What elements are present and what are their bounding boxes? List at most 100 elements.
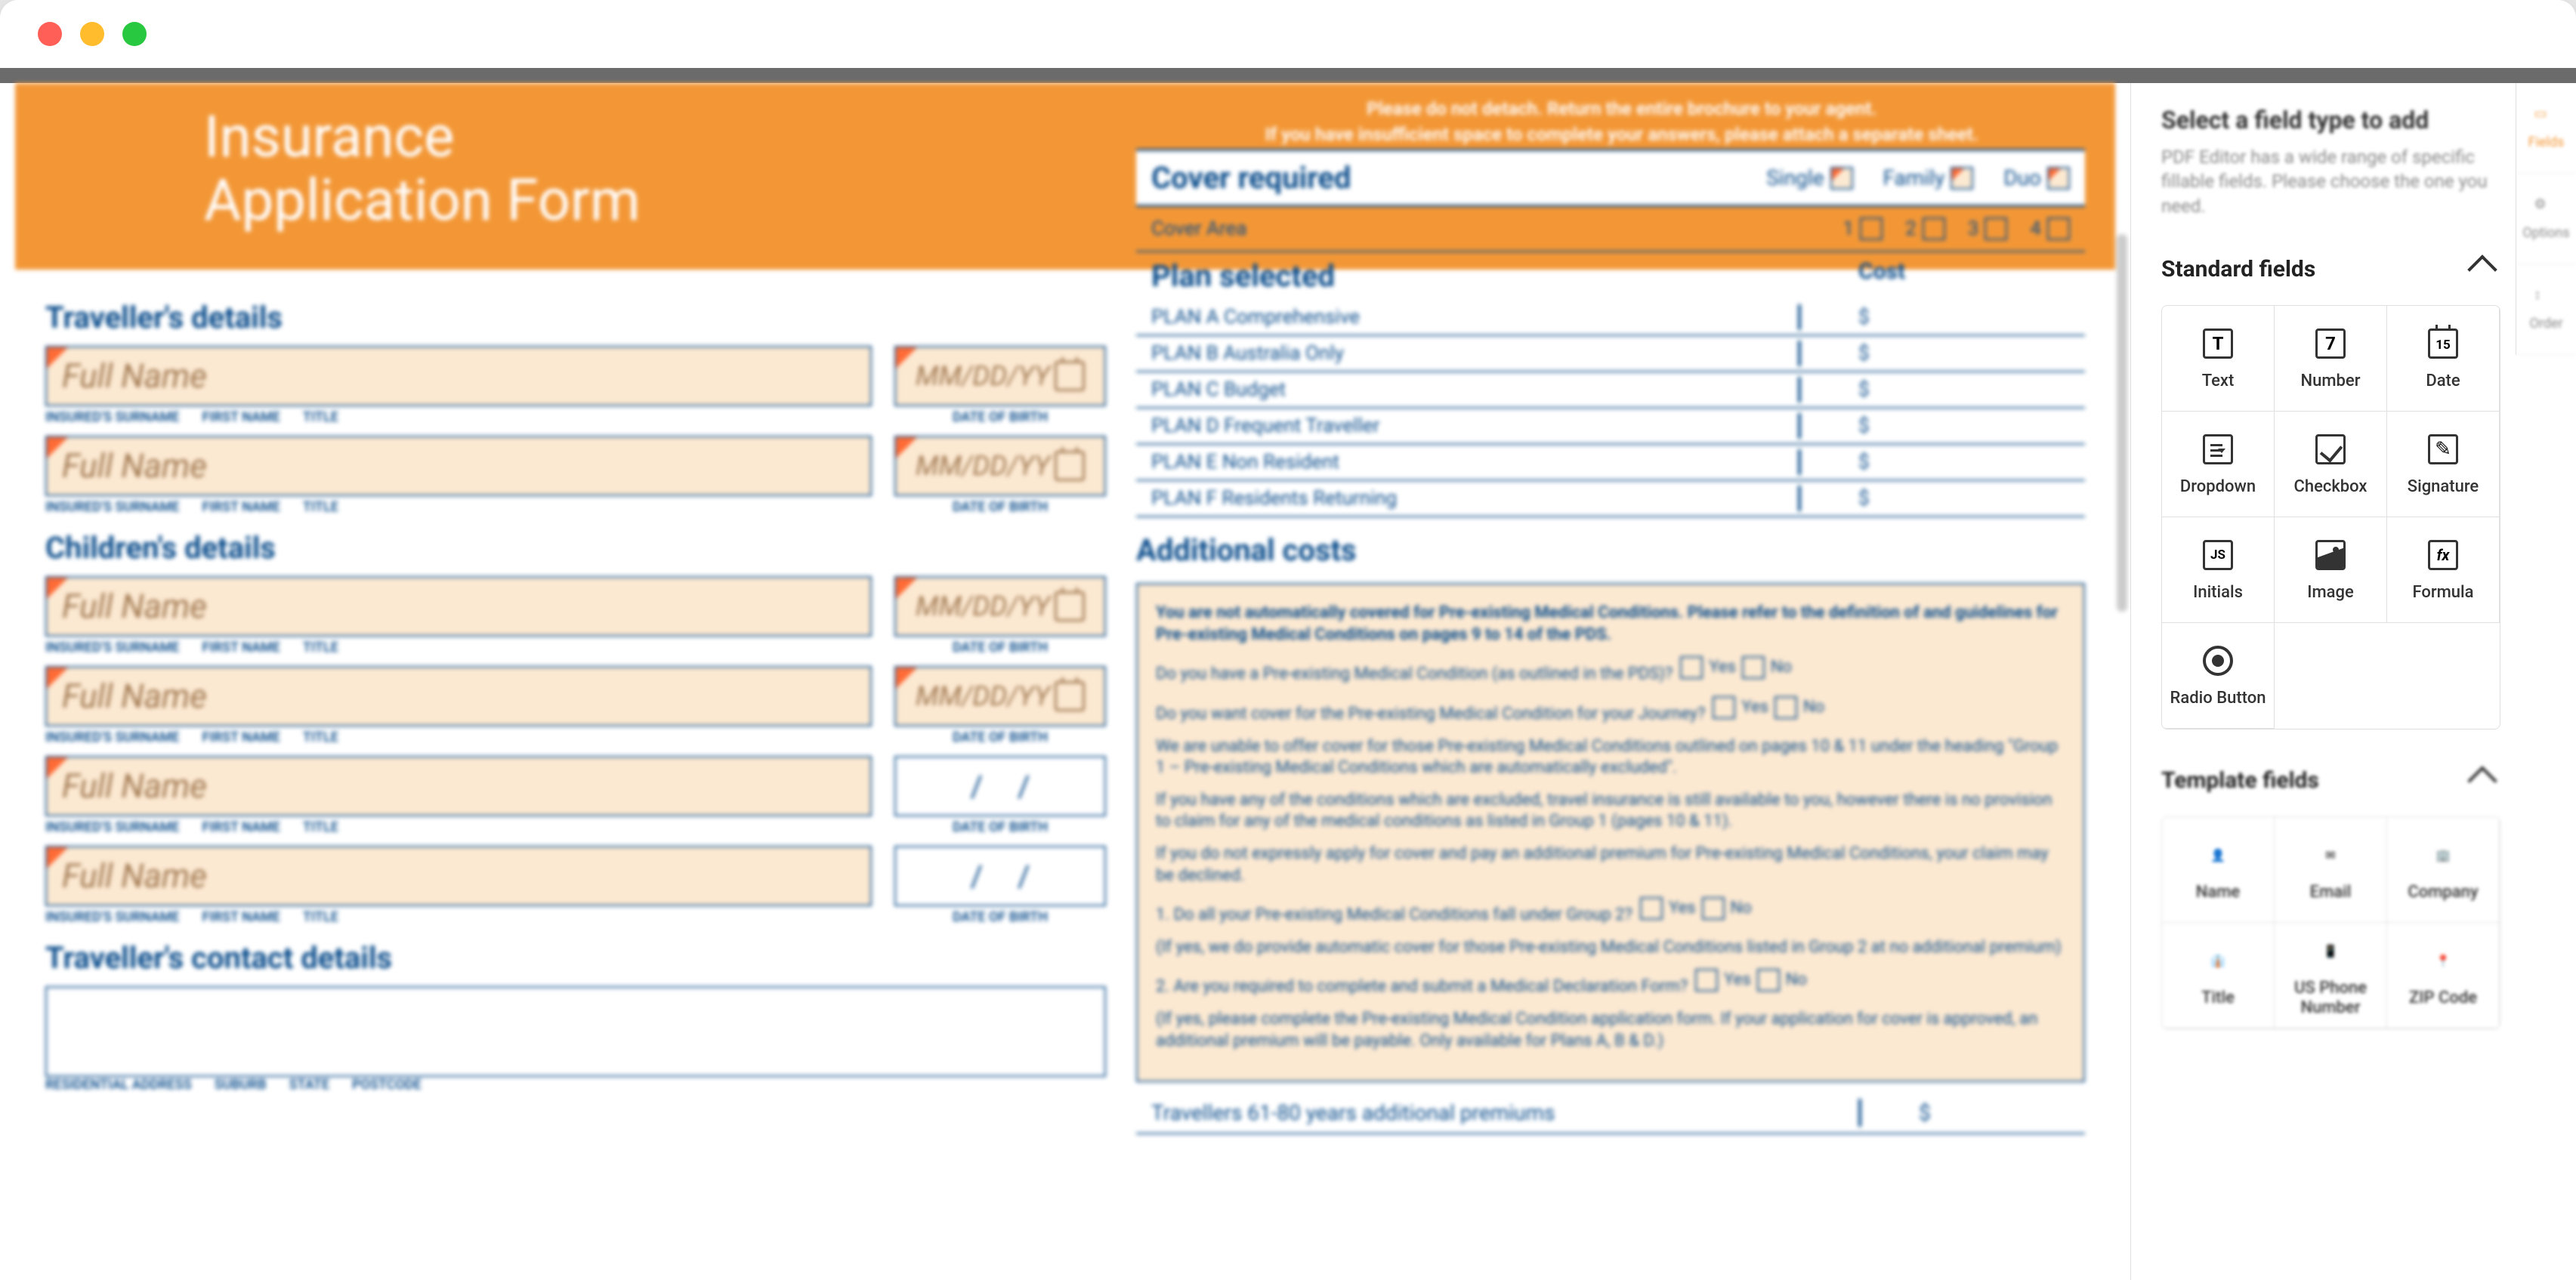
formula-icon [2428,540,2458,570]
traveller-details-heading: Traveller's details [45,300,1106,335]
cover-area-3[interactable]: 3 [1968,217,2008,240]
cover-option-duo[interactable]: Duo [2003,165,2070,190]
field-type-number[interactable]: Number [2275,306,2387,412]
name-field[interactable]: Full Name [45,756,872,816]
field-type-radio-button[interactable]: Radio Button [2162,623,2275,729]
plan-row: PLAN F Residents Returning$ [1136,481,2085,517]
email-icon: ✉ [2313,837,2348,872]
document-scrollbar[interactable] [2117,234,2127,612]
field-type-us-phone[interactable]: 📱US Phone Number [2275,923,2387,1029]
form-title-line2: Application Form [204,169,1090,233]
field-type-title[interactable]: 👔Title [2162,923,2275,1029]
tab-options[interactable]: ⚙ Options [2516,174,2576,264]
plan-checkbox[interactable] [1798,341,1801,366]
plan-checkbox[interactable] [1798,377,1801,403]
field-type-company[interactable]: 🏢Company [2387,817,2500,923]
dob-field[interactable]: MM/DD/YY [894,436,1106,496]
plan-checkbox[interactable] [1798,449,1801,475]
plan-checkbox[interactable] [1798,304,1801,330]
zip-icon: 📍 [2426,943,2460,978]
address-field[interactable] [45,986,1106,1077]
calendar-icon [1055,681,1085,711]
header-notice-1: Please do not detach. Return the entire … [1158,98,2085,119]
window-close-button[interactable] [38,22,62,46]
name-field[interactable]: Full Name [45,666,872,726]
plan-row: PLAN D Frequent Traveller$ [1136,409,2085,445]
sidebar-title: Select a field type to add [2161,106,2500,134]
plan-checkbox[interactable] [1798,486,1801,511]
toolbar-separator [0,68,2576,83]
cover-area-2[interactable]: 2 [1905,217,1945,240]
no-checkbox[interactable] [1774,696,1797,719]
children-details-heading: Children's details [45,530,1106,566]
no-checkbox[interactable] [1757,969,1780,992]
company-icon: 🏢 [2426,837,2460,872]
field-type-initials[interactable]: Initials [2162,517,2275,623]
standard-fields-grid: Text Number Date Dropdown Checkbox Signa… [2161,305,2500,729]
cover-area-4[interactable]: 4 [2030,217,2070,240]
field-type-formula[interactable]: Formula [2387,517,2500,623]
cover-option-family[interactable]: Family [1883,165,1974,190]
name-field[interactable]: Full Name [45,436,872,496]
tab-fields[interactable]: ▭ Fields [2516,83,2576,174]
dob-field[interactable]: // [894,756,1106,816]
yes-checkbox[interactable] [1680,656,1703,679]
yes-checkbox[interactable] [1640,897,1663,920]
dob-field[interactable]: MM/DD/YY [894,666,1106,726]
cover-required-row: Cover required Single Family Duo [1136,149,2085,207]
field-type-zip[interactable]: 📍ZIP Code [2387,923,2500,1029]
dropdown-icon [2203,434,2233,464]
field-type-date[interactable]: Date [2387,306,2500,412]
tab-order[interactable]: ↕ Order [2516,264,2576,355]
template-fields-header[interactable]: Template fields [2161,767,2500,794]
no-checkbox[interactable] [1742,656,1765,679]
calendar-icon [1055,361,1085,391]
plan-checkbox[interactable] [1798,413,1801,439]
field-type-signature[interactable]: Signature [2387,412,2500,517]
plan-row: PLAN E Non Resident$ [1136,445,2085,481]
additional-costs-box: You are not automatically covered for Pr… [1136,583,2085,1082]
name-icon: 👤 [2201,837,2235,872]
field-type-dropdown[interactable]: Dropdown [2162,412,2275,517]
field-type-text[interactable]: Text [2162,306,2275,412]
travellers-61-row: Travellers 61-80 years additional premiu… [1136,1093,2085,1134]
dob-field[interactable]: MM/DD/YY [894,576,1106,637]
phone-icon: 📱 [2313,933,2348,968]
field-type-email[interactable]: ✉Email [2275,817,2387,923]
yes-checkbox[interactable] [1713,696,1735,719]
sidebar-tabs: ▭ Fields ⚙ Options ↕ Order [2516,83,2576,355]
dob-field[interactable]: // [894,846,1106,906]
plan-row: PLAN B Australia Only$ [1136,336,2085,372]
cover-area-1[interactable]: 1 [1843,217,1883,240]
sidebar-subtitle: PDF Editor has a wide range of specific … [2161,145,2500,218]
date-icon [2428,328,2458,359]
initials-icon [2203,540,2233,570]
field-type-image[interactable]: Image [2275,517,2387,623]
name-field[interactable]: Full Name [45,576,872,637]
order-icon: ↕ [2534,287,2559,311]
image-icon [2315,540,2346,570]
document-canvas[interactable]: Insurance Application Form Please do not… [0,83,2130,1280]
field-type-name[interactable]: 👤Name [2162,817,2275,923]
cover-option-single[interactable]: Single [1766,165,1852,190]
header-notice-2: If you have insufficient space to comple… [1158,124,2085,145]
cover-area-label: Cover Area [1151,217,1843,240]
radio-icon [2203,646,2233,676]
additional-costs-heading: Additional costs [1136,532,2085,568]
chevron-up-icon [2467,766,2497,796]
chevron-up-icon [2467,254,2497,285]
calendar-icon [1055,451,1085,481]
window-zoom-button[interactable] [122,22,147,46]
name-field[interactable]: Full Name [45,346,872,406]
yes-checkbox[interactable] [1695,969,1718,992]
no-checkbox[interactable] [1702,897,1725,920]
standard-fields-header[interactable]: Standard fields [2161,256,2500,282]
field-type-checkbox[interactable]: Checkbox [2275,412,2387,517]
name-field[interactable]: Full Name [45,846,872,906]
checkbox[interactable] [1858,1099,1861,1127]
dob-field[interactable]: MM/DD/YY [894,346,1106,406]
plan-row: PLAN C Budget$ [1136,372,2085,409]
plan-row: PLAN A Comprehensive$ [1136,300,2085,336]
sidebar-panel: ▭ Fields ⚙ Options ↕ Order Select a fiel… [2130,83,2576,1280]
window-minimize-button[interactable] [80,22,104,46]
